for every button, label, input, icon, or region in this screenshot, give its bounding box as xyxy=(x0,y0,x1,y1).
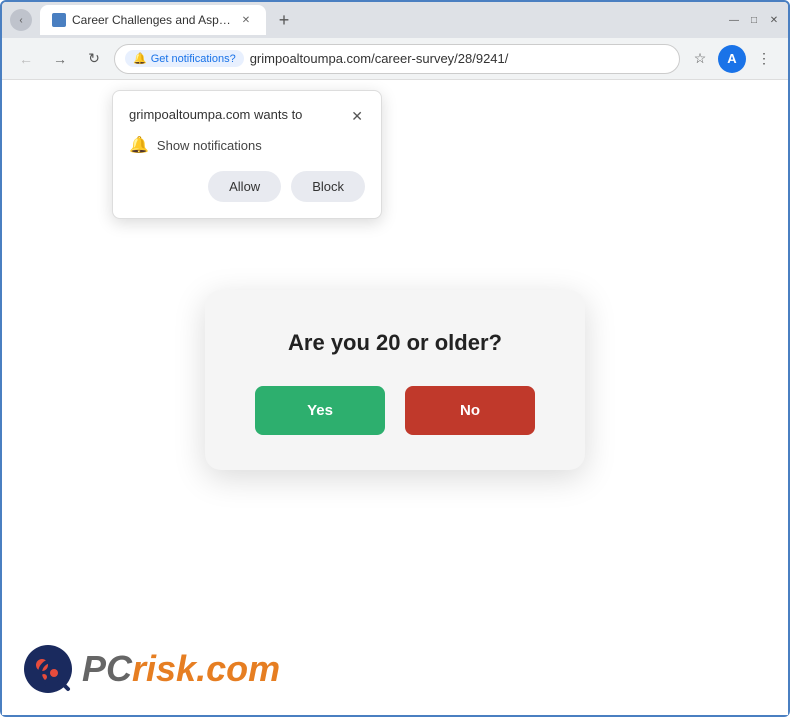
age-no-button[interactable]: No xyxy=(405,386,535,435)
notification-bell-icon: 🔔 xyxy=(129,135,149,155)
star-icon: ☆ xyxy=(694,50,707,67)
tab-back-button[interactable]: ‹ xyxy=(10,9,32,31)
pcrisk-logo: PCrisk.com xyxy=(22,643,280,695)
notification-popup-title: grimpoaltoumpa.com wants to xyxy=(129,107,302,122)
pcrisk-text: PCrisk.com xyxy=(82,648,280,690)
notification-pill-label: Get notifications? xyxy=(151,53,236,65)
bell-small-icon: 🔔 xyxy=(133,52,147,65)
menu-button[interactable]: ⋮ xyxy=(750,45,778,73)
profile-icon: A xyxy=(727,51,736,66)
browser-tab[interactable]: Career Challenges and Aspirati… ✕ xyxy=(40,5,266,35)
bookmark-button[interactable]: ☆ xyxy=(686,45,714,73)
back-arrow-icon: ← xyxy=(19,51,33,67)
pcrisk-pc-text: PC xyxy=(82,648,132,689)
age-verification-modal: Are you 20 or older? Yes No xyxy=(205,290,585,470)
notification-popup-body-text: Show notifications xyxy=(157,138,262,153)
pcrisk-dotcom-text: .com xyxy=(196,648,280,689)
pcrisk-logo-icon xyxy=(22,643,74,695)
menu-dots-icon: ⋮ xyxy=(757,50,771,67)
nav-right-controls: ☆ A ⋮ xyxy=(686,45,778,73)
title-bar: ‹ Career Challenges and Aspirati… ✕ + — … xyxy=(2,2,788,38)
notification-pill[interactable]: 🔔 Get notifications? xyxy=(125,50,244,67)
notification-popup-body: 🔔 Show notifications xyxy=(129,135,365,155)
refresh-icon: ↻ xyxy=(88,50,100,67)
forward-arrow-icon: → xyxy=(53,51,67,67)
refresh-button[interactable]: ↻ xyxy=(80,45,108,73)
age-modal-buttons: Yes No xyxy=(255,386,535,435)
nav-bar: ← → ↻ 🔔 Get notifications? grimpoaltoump… xyxy=(2,38,788,80)
pcrisk-risk-text: risk xyxy=(132,648,196,689)
tab-title: Career Challenges and Aspirati… xyxy=(72,13,232,27)
close-button[interactable]: ✕ xyxy=(768,14,780,26)
tab-close-button[interactable]: ✕ xyxy=(238,12,254,28)
new-tab-button[interactable]: + xyxy=(272,8,296,32)
minimize-button[interactable]: — xyxy=(728,14,740,26)
notification-popup-buttons: Allow Block xyxy=(129,171,365,202)
notification-popup-close-button[interactable]: ✕ xyxy=(349,107,365,125)
age-modal-title: Are you 20 or older? xyxy=(255,330,535,356)
notification-popup: grimpoaltoumpa.com wants to ✕ 🔔 Show not… xyxy=(112,90,382,219)
profile-button[interactable]: A xyxy=(718,45,746,73)
tab-favicon-icon xyxy=(52,13,66,27)
url-text: grimpoaltoumpa.com/career-survey/28/9241… xyxy=(250,51,509,66)
age-yes-button[interactable]: Yes xyxy=(255,386,385,435)
notification-popup-header: grimpoaltoumpa.com wants to ✕ xyxy=(129,107,365,125)
address-bar[interactable]: 🔔 Get notifications? grimpoaltoumpa.com/… xyxy=(114,44,680,74)
window-controls: — □ ✕ xyxy=(728,14,780,26)
chevron-left-icon: ‹ xyxy=(19,15,22,26)
allow-button[interactable]: Allow xyxy=(208,171,281,202)
forward-button[interactable]: → xyxy=(46,45,74,73)
browser-frame: ‹ Career Challenges and Aspirati… ✕ + — … xyxy=(0,0,790,717)
block-button[interactable]: Block xyxy=(291,171,365,202)
back-button[interactable]: ← xyxy=(12,45,40,73)
page-content: grimpoaltoumpa.com wants to ✕ 🔔 Show not… xyxy=(2,80,788,715)
maximize-button[interactable]: □ xyxy=(748,14,760,26)
